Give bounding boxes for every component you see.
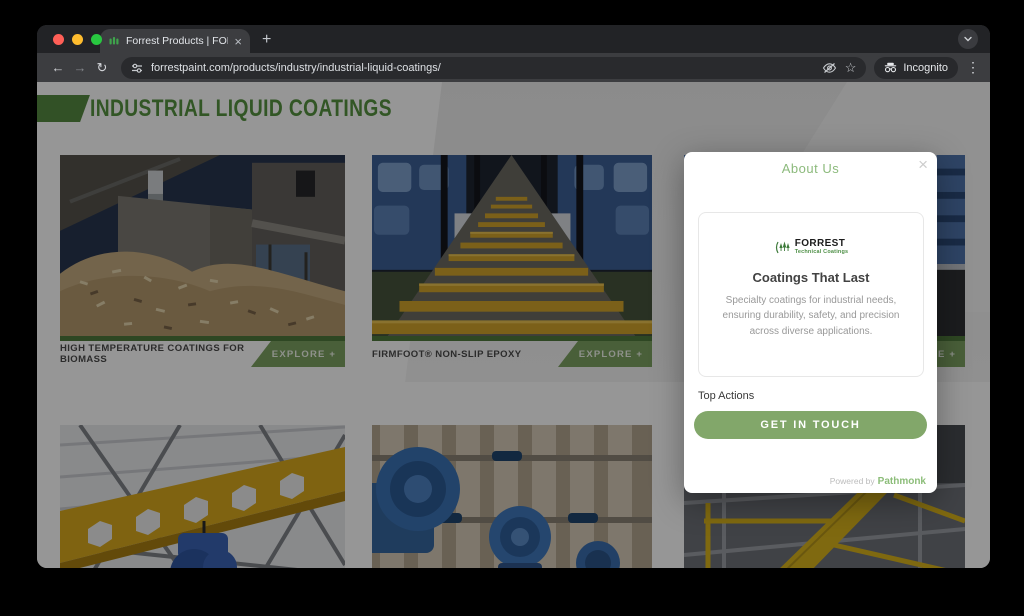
new-tab-button[interactable]: + bbox=[262, 31, 271, 53]
pathmonk-link[interactable]: Pathmonk bbox=[878, 476, 926, 487]
logo-name: FORREST bbox=[795, 239, 849, 249]
url-text: forrestpaint.com/products/industry/indus… bbox=[151, 62, 814, 74]
forrest-logo-text: FORREST Technical Coatings bbox=[795, 239, 849, 256]
get-in-touch-button[interactable]: GET IN TOUCH bbox=[694, 411, 927, 439]
modal-close-icon[interactable]: × bbox=[918, 156, 928, 173]
tab-title: Forrest Products | FORREST T bbox=[126, 35, 228, 47]
browser-toolbar: ← → ↻ forrestpaint.com/products/industry… bbox=[37, 53, 990, 82]
browser-menu-button[interactable]: ⋮ bbox=[966, 59, 980, 76]
about-us-modal: About Us × FORREST Technical bbox=[684, 152, 937, 493]
page-viewport: INDUSTRIAL LIQUID COATINGS bbox=[37, 82, 990, 568]
top-actions-label: Top Actions bbox=[698, 390, 754, 402]
tab-strip: Forrest Products | FORREST T × + bbox=[37, 25, 990, 53]
tab-close-icon[interactable]: × bbox=[234, 35, 242, 48]
powered-by: Powered byPathmonk bbox=[830, 476, 926, 487]
back-button[interactable]: ← bbox=[47, 60, 69, 75]
modal-title: About Us bbox=[684, 161, 937, 176]
window-controls bbox=[53, 34, 102, 45]
forward-button[interactable]: → bbox=[69, 60, 91, 75]
incognito-badge: Incognito bbox=[874, 57, 958, 79]
forrest-favicon-icon bbox=[108, 35, 120, 47]
minimize-window-button[interactable] bbox=[72, 34, 83, 45]
browser-window: Forrest Products | FORREST T × + ← → ↻ f… bbox=[37, 25, 990, 568]
powered-by-prefix: Powered by bbox=[830, 476, 875, 486]
close-window-button[interactable] bbox=[53, 34, 64, 45]
reload-button[interactable]: ↻ bbox=[91, 60, 113, 76]
tab-forrest-products[interactable]: Forrest Products | FORREST T × bbox=[100, 29, 250, 53]
modal-card-body: Specialty coatings for industrial needs,… bbox=[710, 293, 912, 340]
tab-search-chevron-button[interactable] bbox=[958, 29, 978, 49]
zoom-window-button[interactable] bbox=[91, 34, 102, 45]
address-bar[interactable]: forrestpaint.com/products/industry/indus… bbox=[121, 57, 866, 79]
chevron-down-icon bbox=[963, 34, 973, 44]
logo-tagline: Technical Coatings bbox=[795, 250, 849, 256]
bookmark-star-icon[interactable]: ☆ bbox=[845, 60, 857, 76]
site-settings-icon[interactable] bbox=[131, 62, 143, 74]
forrest-logo-icon bbox=[774, 240, 791, 255]
modal-inner-card: FORREST Technical Coatings Coatings That… bbox=[698, 212, 924, 377]
incognito-icon bbox=[884, 62, 897, 73]
forrest-logo: FORREST Technical Coatings bbox=[774, 239, 849, 256]
eye-slash-icon[interactable] bbox=[822, 62, 837, 74]
modal-card-heading: Coatings That Last bbox=[752, 270, 869, 285]
incognito-label: Incognito bbox=[903, 62, 948, 74]
